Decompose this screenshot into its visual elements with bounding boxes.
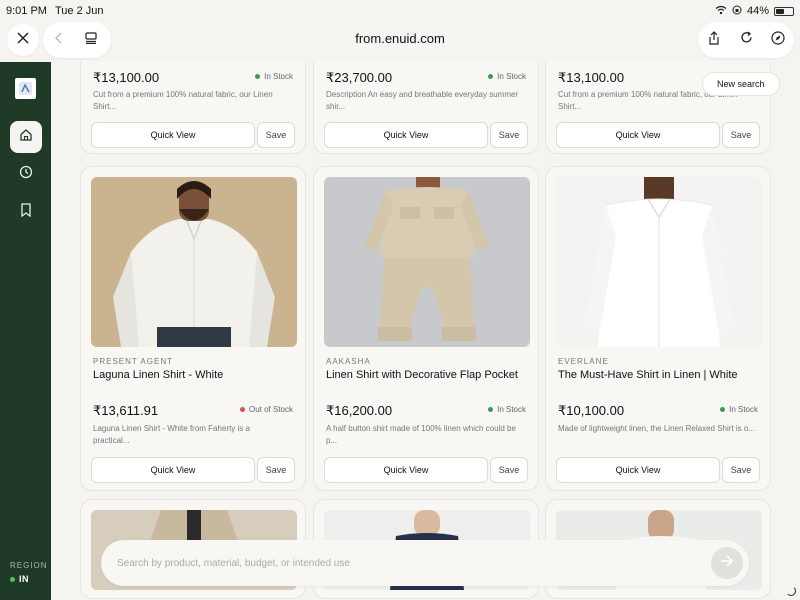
quick-view-button[interactable]: Quick View	[324, 457, 488, 483]
product-price: ₹13,100.00	[558, 70, 625, 85]
stock-dot	[255, 74, 261, 79]
stock-status: In Stock	[488, 72, 526, 81]
save-button[interactable]: Save	[490, 457, 528, 483]
stock-dot	[488, 407, 494, 412]
brand-logo[interactable]	[15, 78, 36, 99]
share-button[interactable]	[698, 24, 730, 56]
product-brand: EVERLANE	[558, 357, 609, 366]
reload-button[interactable]	[730, 24, 762, 56]
battery-icon	[774, 6, 794, 16]
sidebar-item-bookmarks[interactable]	[10, 196, 42, 228]
product-title[interactable]: Linen Shirt with Decorative Flap Pocket	[326, 369, 518, 381]
save-button[interactable]: Save	[722, 122, 760, 148]
product-description: Description An easy and breathable every…	[326, 90, 519, 111]
product-card[interactable]: EVERLANE The Must-Have Shirt in Linen | …	[545, 166, 771, 491]
product-card[interactable]: AAKASHA Linen Shirt with Decorative Flap…	[313, 166, 539, 491]
save-button[interactable]: Save	[490, 122, 528, 148]
share-icon	[708, 30, 720, 50]
new-search-button[interactable]: New search	[702, 72, 780, 96]
region-selector[interactable]: REGION IN	[10, 561, 48, 584]
quick-view-button[interactable]: Quick View	[556, 122, 720, 148]
quick-view-button[interactable]: Quick View	[324, 122, 488, 148]
product-price: ₹13,100.00	[93, 70, 160, 85]
search-bar	[101, 540, 749, 586]
save-button[interactable]: Save	[257, 122, 295, 148]
stock-status: In Stock	[255, 72, 293, 81]
stock-status: Out of Stock	[239, 405, 293, 414]
save-button[interactable]: Save	[722, 457, 760, 483]
status-date: Tue 2 Jun	[54, 5, 104, 17]
loading-spinner-icon	[786, 586, 796, 596]
product-card: ₹23,700.00 In Stock Description An easy …	[313, 62, 539, 154]
send-arrow-icon	[720, 554, 734, 572]
region-status-dot	[10, 576, 15, 582]
battery-percent: 44%	[746, 5, 769, 17]
wifi-icon	[715, 5, 727, 18]
stock-status: In Stock	[488, 405, 526, 414]
product-grid: ₹13,100.00 In Stock Cut from a premium 1…	[51, 62, 800, 600]
compass-button[interactable]	[762, 24, 794, 56]
product-title[interactable]: Laguna Linen Shirt - White	[93, 369, 223, 381]
compass-icon	[771, 30, 785, 50]
quick-view-button[interactable]: Quick View	[91, 457, 255, 483]
product-card: ₹13,100.00 In Stock Cut from a premium 1…	[80, 62, 306, 154]
stock-dot	[239, 407, 245, 412]
status-bar: 9:01 PM Tue 2 Jun 44%	[0, 0, 800, 22]
home-icon	[19, 128, 33, 147]
product-brand: AAKASHA	[326, 357, 371, 366]
url-display[interactable]: from.enuid.com	[0, 31, 800, 46]
product-price: ₹16,200.00	[326, 403, 393, 418]
region-label: REGION	[10, 561, 48, 570]
product-price: ₹13,611.91	[93, 403, 159, 418]
browser-toolbar: from.enuid.com	[0, 22, 800, 62]
product-description: Cut from a premium 100% natural fabric, …	[93, 90, 273, 111]
product-title[interactable]: The Must-Have Shirt in Linen | White	[558, 369, 738, 381]
product-brand: PRESENT AGENT	[93, 357, 173, 366]
quick-view-button[interactable]: Quick View	[91, 122, 255, 148]
stock-dot	[488, 74, 494, 79]
history-icon	[19, 165, 33, 184]
status-time: 9:01 PM	[6, 5, 47, 17]
stock-dot	[720, 407, 726, 412]
product-card[interactable]: PRESENT AGENT Laguna Linen Shirt - White…	[80, 166, 306, 491]
search-input[interactable]	[117, 540, 697, 586]
sidebar-item-history[interactable]	[10, 158, 42, 190]
send-button[interactable]	[711, 547, 743, 579]
bookmark-icon	[20, 202, 32, 222]
product-description: Made of lightweight linen, the Linen Rel…	[558, 424, 756, 433]
product-price: ₹23,700.00	[326, 70, 393, 85]
sidebar: REGION IN	[0, 62, 51, 600]
product-description: Laguna Linen Shirt - White from Faherty …	[93, 424, 250, 445]
product-image[interactable]	[556, 177, 762, 347]
orientation-lock-icon	[732, 5, 742, 18]
reload-icon	[740, 31, 753, 49]
region-value: IN	[19, 574, 29, 584]
product-image[interactable]	[91, 177, 297, 347]
product-description: A half button shirt made of 100% linen w…	[326, 424, 516, 445]
save-button[interactable]: Save	[257, 457, 295, 483]
stock-status: In Stock	[720, 405, 758, 414]
product-image[interactable]	[324, 177, 530, 347]
product-price: ₹10,100.00	[558, 403, 625, 418]
sidebar-item-home[interactable]	[10, 121, 42, 153]
actions-group	[698, 22, 794, 58]
quick-view-button[interactable]: Quick View	[556, 457, 720, 483]
